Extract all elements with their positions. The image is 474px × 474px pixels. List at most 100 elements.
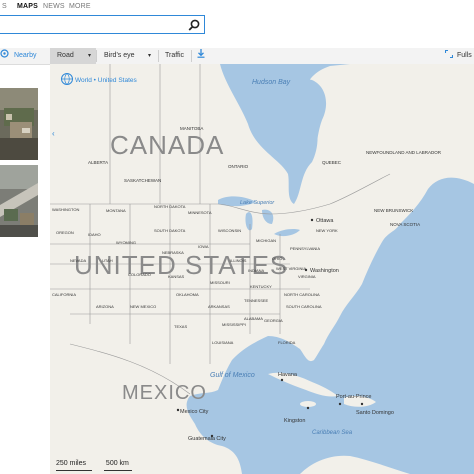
scale-km: 500 km (105, 460, 129, 467)
search-button[interactable] (184, 16, 204, 33)
fullscreen-icon (444, 49, 454, 59)
province-label: SASKATCHEWAN (124, 178, 161, 183)
city-label: Santo Domingo (356, 410, 394, 416)
state-label: NEBRASKA (162, 250, 184, 255)
state-label: ARKANSAS (208, 304, 230, 309)
state-label: SOUTH CAROLINA (286, 304, 322, 309)
city-label: Port-au-Prince (336, 394, 371, 400)
city-label: Mexico City (180, 409, 209, 415)
fullscreen-label: Fulls (456, 52, 472, 59)
birds-eye-chevron-down-icon[interactable]: ▾ (148, 48, 151, 64)
state-label: MICHIGAN (256, 238, 276, 243)
water-label: Gulf of Mexico (210, 372, 255, 379)
state-label: PENNSYLVANIA (290, 246, 320, 251)
state-label: OKLAHOMA (176, 292, 199, 297)
traffic-button[interactable]: Traffic (165, 48, 184, 64)
state-label: NEVADA (70, 258, 86, 263)
state-label: MISSOURI (210, 280, 230, 285)
state-label: MONTANA (106, 208, 126, 213)
state-label: LOUISIANA (212, 340, 234, 345)
nav-item-more[interactable]: MORE (69, 3, 91, 10)
province-label: NOVA SCOTIA (390, 222, 420, 227)
state-label: IDAHO (88, 232, 101, 237)
birds-eye-button[interactable]: Bird's eye (104, 48, 135, 64)
road-view-button[interactable]: Road ▾ (50, 48, 96, 64)
state-label: WEST VIRGINIA (276, 266, 306, 271)
nav-item-news[interactable]: NEWS (43, 3, 65, 10)
nearby-button[interactable]: Nearby (0, 48, 37, 64)
search-input[interactable] (1, 17, 185, 34)
jamaica (300, 401, 316, 407)
fullscreen-button[interactable]: Fulls (444, 48, 472, 64)
scale-line-km (104, 470, 132, 471)
map-toolbar: Nearby Road ▾ Bird's eye ▾ Traffic Fulls (0, 48, 474, 65)
state-label: NEW YORK (316, 228, 338, 233)
water-label: Lake Superior (240, 200, 275, 206)
map-svg: World • United States CANADA UNITED STAT… (50, 64, 474, 474)
state-label: MINNESOTA (188, 210, 212, 215)
aerial-photo-image (0, 88, 38, 160)
province-label: NEW BRUNSWICK (374, 208, 413, 213)
nearby-label: Nearby (13, 52, 37, 59)
state-label: TENNESSEE (244, 298, 269, 303)
aerial-photo-image (0, 165, 38, 237)
state-label: FLORIDA (278, 340, 296, 345)
scale-bar: 250 miles 500 km (56, 460, 132, 471)
province-label: NEWFOUNDLAND AND LABRADOR (366, 150, 442, 155)
state-label: CALIFORNIA (52, 292, 76, 297)
province-label: ALBERTA (88, 160, 108, 165)
state-label: NORTH DAKOTA (154, 204, 186, 209)
state-label: OREGON (56, 230, 74, 235)
city-label: Washington (310, 268, 339, 274)
state-label: KANSAS (168, 274, 185, 279)
nearby-icon (0, 49, 9, 58)
state-label: ARIZONA (96, 304, 114, 309)
chevron-left-icon[interactable]: ‹ (52, 129, 55, 138)
state-label: UTAH (102, 258, 113, 263)
state-label: ALABAMA (244, 316, 263, 321)
water-label: Caribbean Sea (312, 430, 353, 436)
search-icon (188, 19, 200, 31)
state-label: IOWA (198, 244, 209, 249)
state-label: TEXAS (174, 324, 187, 329)
south-america (300, 455, 410, 474)
state-label: WASHINGTON (52, 207, 79, 212)
photo-thumbnail-1[interactable] (0, 88, 38, 160)
city-label: Havana (278, 372, 298, 378)
state-label: WISCONSIN (218, 228, 241, 233)
state-label: KENTUCKY (250, 284, 272, 289)
province-label: QUEBEC (322, 160, 342, 165)
province-label: MANITOBA (180, 126, 203, 131)
divider (191, 50, 192, 62)
state-label: MISSISSIPPI (222, 322, 246, 327)
download-icon (197, 49, 205, 58)
state-label: SOUTH DAKOTA (154, 228, 186, 233)
state-label: NEW MEXICO (130, 304, 156, 309)
scale-line-miles (56, 470, 92, 471)
top-nav: S MAPS NEWS MORE (0, 0, 474, 14)
road-label: Road (57, 52, 74, 59)
state-label: ILLINOIS (230, 258, 247, 263)
city-label: Ottawa (316, 218, 334, 224)
road-chevron-down-icon[interactable]: ▾ (88, 48, 91, 64)
search-box (0, 15, 205, 34)
state-label: GEORGIA (264, 318, 283, 323)
city-label: Guatemala City (188, 436, 226, 442)
breadcrumb-text: World • United States (75, 77, 138, 84)
province-label: ONTARIO (228, 164, 249, 169)
photo-thumbnail-2[interactable] (0, 165, 38, 237)
state-label: INDIANA (248, 268, 265, 273)
nav-item-s[interactable]: S (2, 3, 7, 10)
scale-miles: 250 miles (56, 460, 86, 467)
state-label: OHIO (272, 256, 282, 261)
country-label: MEXICO (122, 382, 207, 404)
state-label: VIRGINIA (298, 274, 316, 279)
country-label: CANADA (110, 130, 224, 160)
nav-item-maps[interactable]: MAPS (17, 3, 38, 10)
map-canvas[interactable]: World • United States CANADA UNITED STAT… (50, 64, 474, 474)
city-label: Kingston (284, 418, 305, 424)
download-button[interactable] (197, 48, 205, 64)
water-label: Hudson Bay (252, 79, 291, 86)
state-label: WYOMING (116, 240, 136, 245)
state-label: NORTH CAROLINA (284, 292, 320, 297)
